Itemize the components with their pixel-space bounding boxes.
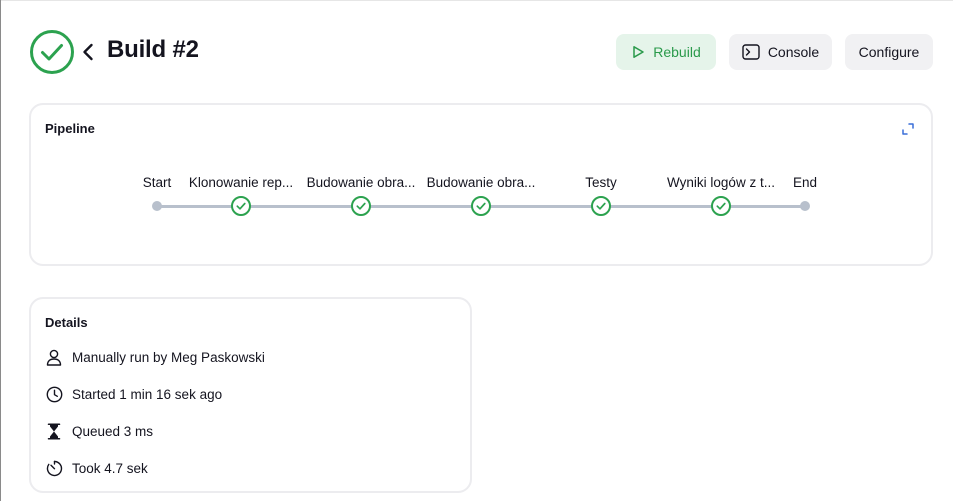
console-button[interactable]: Console	[729, 34, 832, 70]
pipeline-title: Pipeline	[45, 121, 95, 136]
check-icon	[716, 202, 726, 210]
top-divider	[1, 0, 953, 1]
stage-label-start: Start	[142, 175, 172, 190]
configure-label: Configure	[858, 44, 920, 60]
hourglass-icon	[45, 422, 63, 440]
stage-node[interactable]	[351, 196, 371, 216]
build-page: Build #2 Rebuild Console Configure Pipel…	[0, 0, 953, 501]
detail-row-queued: Queued 3 ms	[45, 421, 153, 441]
stage-label[interactable]: Wyniki logów z t...	[667, 175, 775, 190]
check-icon	[236, 202, 246, 210]
stage-node[interactable]	[591, 196, 611, 216]
detail-row-started: Started 1 min 16 sek ago	[45, 384, 222, 404]
clock-icon	[45, 385, 63, 403]
stage-label-end: End	[792, 175, 818, 190]
stage-label[interactable]: Testy	[585, 175, 617, 190]
detail-text: Took 4.7 sek	[72, 460, 148, 476]
expand-icon[interactable]	[901, 122, 915, 136]
chevron-left-icon[interactable]	[81, 42, 95, 62]
success-status-icon	[30, 30, 74, 74]
stage-label[interactable]: Budowanie obra...	[427, 175, 536, 190]
rebuild-label: Rebuild	[653, 44, 701, 60]
start-node	[152, 201, 162, 211]
play-icon	[631, 45, 645, 59]
stage-node[interactable]	[231, 196, 251, 216]
configure-button[interactable]: Configure	[845, 34, 933, 70]
stage-label[interactable]: Klonowanie rep...	[189, 175, 293, 190]
check-icon	[356, 202, 366, 210]
terminal-icon	[742, 44, 760, 60]
stage-label[interactable]: Budowanie obra...	[307, 175, 416, 190]
detail-text: Started 1 min 16 sek ago	[72, 386, 223, 402]
console-label: Console	[767, 44, 820, 60]
rebuild-button[interactable]: Rebuild	[616, 34, 716, 70]
check-icon	[476, 202, 486, 210]
detail-text: Queued 3 ms	[72, 423, 154, 439]
page-title: Build #2	[107, 36, 199, 63]
stage-node[interactable]	[711, 196, 731, 216]
detail-row-run-by: Manually run by Meg Paskowski	[45, 347, 265, 367]
detail-row-took: Took 4.7 sek	[45, 458, 148, 478]
check-icon	[596, 202, 606, 210]
details-title: Details	[45, 315, 88, 330]
stage-node[interactable]	[471, 196, 491, 216]
end-node	[800, 201, 810, 211]
user-icon	[45, 348, 63, 366]
timer-icon	[45, 459, 63, 477]
detail-text: Manually run by Meg Paskowski	[72, 349, 265, 365]
